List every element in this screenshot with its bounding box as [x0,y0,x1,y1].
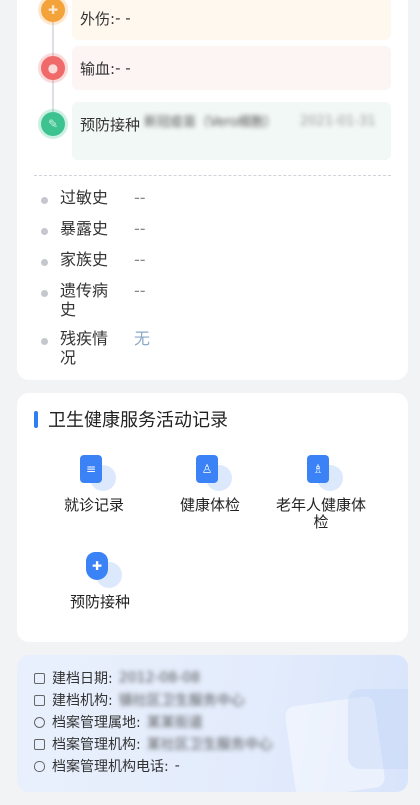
bullet-icon [41,228,48,235]
genetic-history-label: 遗传病史 [60,281,109,319]
trauma-label: 外伤: [80,9,116,28]
service-elderly-exam[interactable]: ♗ 老年人健康体检 [270,453,372,531]
archive-org-label: 建档机构: [52,693,113,709]
archive-date-value: 2012-08-08 [118,670,201,686]
timeline-item-transfusion: 输血: - - [72,46,391,90]
section-title: 卫生健康服务活动记录 [34,406,228,432]
archive-phone-row: 档案管理机构电话: - [34,756,180,776]
exposure-value: -- [134,219,146,238]
archive-date-row: 建档日期: 2012-08-08 [34,668,200,688]
allergy-row: 过敏史 -- [41,188,146,207]
calendar-icon [34,672,45,684]
service-elderly-label: 老年人健康体检 [275,496,366,531]
allergy-label: 过敏史 [60,188,109,207]
first-aid-icon: ✚ [38,0,68,25]
archive-region-row: 档案管理属地: 某某街道 [34,712,203,732]
medical-record-icon: ≡ [76,453,116,491]
bullet-icon [41,197,48,204]
archive-manager-value: 某社区卫生服务中心 [146,737,273,753]
location-icon [34,716,45,728]
divider [34,175,391,176]
service-physical-exam[interactable]: ♙ 健康体检 [160,453,260,514]
service-visit-records[interactable]: ≡ 就诊记录 [44,453,144,514]
archive-phone-label: 档案管理机构电话: [52,759,169,775]
genetic-history-row: 遗传病史 -- [41,281,146,319]
archive-manager-row: 档案管理机构: 某社区卫生服务中心 [34,734,273,754]
archive-org-row: 建档机构: 镇社区卫生服务中心 [34,690,245,710]
health-service-card: 卫生健康服务活动记录 ≡ 就诊记录 ♙ 健康体检 ♗ 老年人健康体检 ✚ 预防接… [17,393,408,642]
health-history-card: ✚ 外伤: - - ● 输血: - - ✎ 预防接种 新冠疫苗（Vero细胞） … [17,0,408,380]
archive-info-card: 建档日期: 2012-08-08 建档机构: 镇社区卫生服务中心 档案管理属地:… [17,655,408,792]
family-history-value: -- [134,250,146,269]
archive-region-value: 某某街道 [146,715,203,731]
vaccination-date: 2021-01-31 [300,114,376,129]
folder-icon [34,738,45,750]
transfusion-label: 输血: [80,59,116,78]
family-history-label: 家族史 [60,250,109,269]
physical-exam-icon: ♙ [192,453,232,491]
service-physical-label: 健康体检 [179,496,240,514]
allergy-value: -- [134,188,146,207]
title-accent-bar [34,410,38,428]
bullet-icon [41,259,48,266]
timeline-item-vaccination: 预防接种 新冠疫苗（Vero细胞） 2021-01-31 [72,102,391,160]
family-history-row: 家族史 -- [41,250,146,269]
vaccine-shield-icon: ✚ [82,550,122,588]
disability-label: 残疾情况 [60,329,109,367]
archive-region-label: 档案管理属地: [52,715,141,731]
syringe-icon: ✎ [38,109,68,139]
exposure-row: 暴露史 -- [41,219,146,238]
disability-row: 残疾情况 无 [41,329,150,367]
genetic-history-value: -- [134,281,146,300]
service-vaccination[interactable]: ✚ 预防接种 [50,550,150,611]
bullet-icon [41,290,48,297]
service-title: 卫生健康服务活动记录 [48,410,228,431]
archive-date-label: 建档日期: [52,671,113,687]
blood-drop-icon: ● [38,53,68,83]
exposure-label: 暴露史 [60,219,109,238]
building-icon [34,694,45,706]
elderly-exam-icon: ♗ [303,453,343,491]
service-visit-label: 就诊记录 [63,496,124,514]
phone-icon [34,760,45,772]
archive-phone-value: - [174,758,180,774]
transfusion-value: - - [115,59,131,77]
bullet-icon [41,338,48,345]
timeline-item-trauma: 外伤: - - [72,0,391,40]
card-decoration [348,689,408,769]
vaccination-label: 预防接种 [80,116,141,134]
disability-value: 无 [134,329,151,348]
trauma-value: - - [115,9,131,27]
service-vaccination-label: 预防接种 [69,593,130,611]
archive-org-value: 镇社区卫生服务中心 [118,693,245,709]
vaccination-value: 新冠疫苗（Vero细胞） [144,115,277,130]
archive-manager-label: 档案管理机构: [52,737,141,753]
